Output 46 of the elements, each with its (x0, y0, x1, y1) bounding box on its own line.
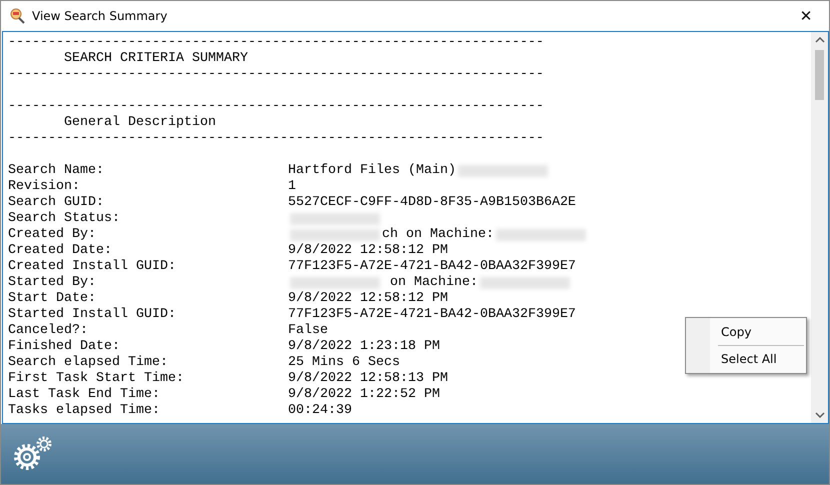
dashed-rule: ------------------------------------------------------------------- (8, 99, 544, 115)
magnifier-icon (9, 8, 25, 24)
field-value: False (288, 323, 328, 339)
field-value: ch on Machine: (382, 227, 494, 243)
field-label: Start Date: (8, 291, 97, 307)
field-value: 9/8/2022 12:58:12 PM (288, 291, 448, 307)
menu-item[interactable]: Copy (686, 321, 806, 343)
dashed-rule: ------------------------------------------------------------------- (8, 67, 544, 83)
field-value: 9/8/2022 12:58:13 PM (288, 371, 448, 387)
scroll-down-icon[interactable] (814, 412, 824, 418)
field-value: 00:24:39 (288, 403, 352, 419)
field-value: 77F123F5-A72E-4721-BA42-0BAA32F399E7 (288, 259, 576, 275)
field-label: Created Install GUID: (8, 259, 177, 275)
field-label: Finished Date: (8, 339, 121, 355)
field-label: First Task Start Time: (8, 371, 185, 387)
field-value: 25 Mins 6 Secs (288, 355, 400, 371)
menu-item[interactable]: Select All (686, 348, 806, 370)
field-value: 9/8/2022 1:22:52 PM (288, 387, 440, 403)
field-label: Created Date: (8, 243, 113, 259)
scroll-up-icon[interactable] (814, 37, 824, 43)
scroll-thumb[interactable] (815, 50, 824, 100)
window-title: View Search Summary (32, 9, 168, 23)
field-label: Search Name: (8, 163, 105, 179)
field-label: Tasks elapsed Time: (8, 403, 161, 419)
field-value: 5527CECF-C9FF-4D8D-8F35-A9B1503B6A2E (288, 195, 576, 211)
field-label: Canceled?: (8, 323, 89, 339)
field-label: Started Install GUID: (8, 307, 177, 323)
field-label: Created By: (8, 227, 97, 243)
field-label: Search GUID: (8, 195, 105, 211)
dashed-rule: ------------------------------------------------------------------- (8, 131, 544, 147)
field-value: 9/8/2022 1:23:18 PM (288, 339, 440, 355)
dashed-rule: ------------------------------------------------------------------- (8, 35, 544, 51)
field-label: Last Task End Time: (8, 387, 161, 403)
section-heading: SEARCH CRITERIA SUMMARY (62, 51, 248, 67)
field-value: 1 (288, 179, 296, 195)
field-value: on Machine: (388, 275, 478, 291)
close-button[interactable]: ✕ (783, 1, 829, 31)
section-heading: General Description (62, 115, 216, 131)
field-value: Hartford Files (Main) (288, 163, 456, 179)
scrollbar[interactable] (811, 32, 828, 423)
field-value: 77F123F5-A72E-4721-BA42-0BAA32F399E7 (288, 307, 576, 323)
field-label: Started By: (8, 275, 97, 291)
field-label: Revision: (8, 179, 81, 195)
field-label: Search Status: (8, 211, 121, 227)
field-value: 9/8/2022 12:58:12 PM (288, 243, 448, 259)
field-label: Search elapsed Time: (8, 355, 169, 371)
